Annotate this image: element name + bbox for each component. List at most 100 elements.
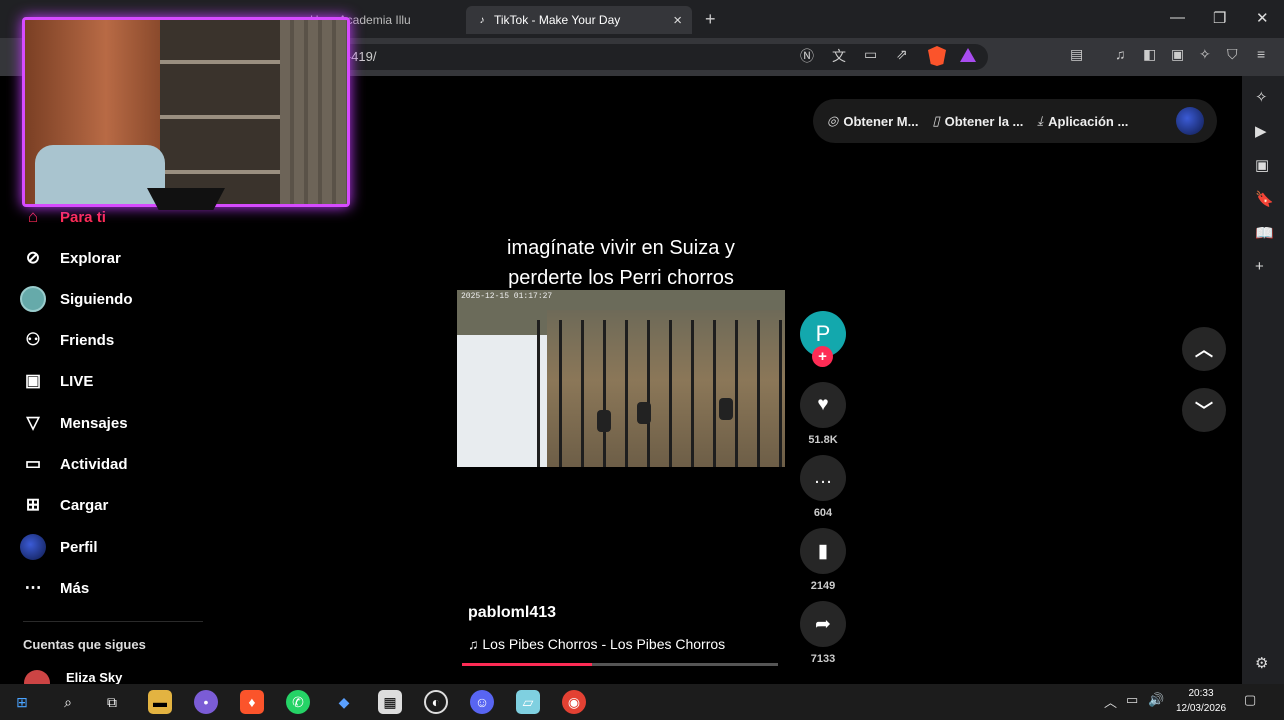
sidebar-item-label: Cargar	[60, 496, 109, 514]
file-explorer-icon[interactable]: ▬	[148, 690, 172, 714]
brave-browser-icon[interactable]: ♦	[240, 690, 264, 714]
close-window-icon[interactable]: ✕	[1256, 9, 1269, 27]
sidebar-item-perfil[interactable]: Perfil	[20, 534, 98, 560]
chrome-icon[interactable]: ◉	[562, 690, 586, 714]
save-count: 2149	[810, 580, 836, 592]
follow-button[interactable]: +	[812, 346, 833, 367]
following-header: Cuentas que sigues	[23, 637, 146, 652]
add-panel-icon[interactable]: +	[1255, 258, 1264, 275]
divider	[23, 621, 203, 622]
sidebar-item-explorar[interactable]: ⊘ Explorar	[20, 245, 121, 271]
get-app-button[interactable]: ▯ Obtener la ...	[932, 113, 1023, 129]
share-arrow-icon: ➦	[815, 613, 831, 635]
desktop-app-button[interactable]: ⤓ Aplicación ...	[1037, 113, 1128, 129]
previous-video-button[interactable]: ︿	[1182, 327, 1226, 371]
windows-start-icon[interactable]: ⊞	[10, 690, 34, 714]
playlist-panel-icon[interactable]: ▶	[1255, 122, 1267, 140]
get-coins-button[interactable]: ◎ Obtener M...	[827, 113, 918, 129]
whatsapp-icon[interactable]: ✆	[286, 690, 310, 714]
wallet-icon[interactable]: ▣	[1171, 46, 1184, 63]
app-icon[interactable]: ◆	[332, 690, 356, 714]
wallet-panel-icon[interactable]: ▣	[1255, 156, 1269, 174]
following-account-name[interactable]: Eliza Sky	[66, 670, 122, 685]
task-view-icon[interactable]: ⧉	[100, 690, 124, 714]
sidebar-item-label: Mensajes	[60, 414, 128, 432]
notes-icon[interactable]: ▱	[516, 690, 540, 714]
sidebar-item-label: Siguiendo	[60, 290, 133, 308]
sidebar-item-mas[interactable]: ⋯ Más	[20, 575, 90, 601]
minimize-icon[interactable]: —	[1170, 9, 1185, 26]
leo-panel-icon[interactable]: ✧	[1255, 88, 1268, 106]
chevron-up-icon: ︿	[1195, 340, 1213, 360]
sidebar-item-label: Friends	[60, 331, 115, 349]
video-player[interactable]: 2025-12-15 01:17:27	[457, 290, 785, 467]
sidebar-item-siguiendo[interactable]: Siguiendo	[20, 286, 133, 312]
heart-icon: ♥	[817, 394, 829, 415]
header-actions: ◎ Obtener M... ▯ Obtener la ... ⤓ Aplicació…	[813, 99, 1217, 143]
sidebar-item-label: Perfil	[60, 538, 98, 556]
compass-icon: ⊘	[25, 248, 41, 267]
home-icon: ⌂	[27, 207, 39, 226]
more-icon: ⋯	[24, 578, 42, 597]
sidebar-item-mensajes[interactable]: ▽ Mensajes	[20, 410, 128, 436]
brave-shields-icon[interactable]	[928, 46, 946, 66]
tiktok-icon: ♪	[479, 14, 485, 26]
share-count: 7133	[810, 653, 836, 665]
music-link[interactable]: ♫ Los Pibes Chorros - Los Pibes Chorros	[468, 636, 725, 652]
like-button[interactable]: ♥	[800, 382, 846, 428]
no-tracking-icon[interactable]: Ⓝ	[800, 46, 814, 66]
dog	[637, 402, 651, 424]
network-icon[interactable]: ▭	[1126, 692, 1138, 708]
leo-icon[interactable]: ✧	[1199, 46, 1211, 63]
translate-icon[interactable]: 文	[832, 46, 846, 66]
progress-fill	[462, 663, 592, 666]
tab-tiktok[interactable]: ♪ TikTok - Make Your Day ×	[466, 6, 692, 34]
video-progress-bar[interactable]	[462, 663, 778, 666]
share-icon[interactable]: ⇗	[896, 46, 908, 63]
maximize-icon[interactable]: ❐	[1213, 9, 1226, 27]
vpn-icon[interactable]: ⛉	[1227, 46, 1238, 63]
music-icon[interactable]: ♫	[1115, 46, 1126, 62]
share-button[interactable]: ➦	[800, 601, 846, 647]
video-author[interactable]: pabloml413	[468, 604, 556, 622]
video-caption: imagínate vivir en Suiza y perderte los …	[507, 237, 735, 289]
like-count: 51.8K	[808, 434, 838, 446]
next-video-button[interactable]: ﹀	[1182, 388, 1226, 432]
volume-icon[interactable]: 🔊	[1148, 692, 1164, 708]
discord-icon[interactable]: ☺	[470, 690, 494, 714]
chevron-up-icon[interactable]: ︿	[1104, 692, 1117, 711]
clock[interactable]: 20:33 12/03/2026	[1170, 686, 1232, 716]
calendar-icon[interactable]: ▦	[378, 690, 402, 714]
webcam-frame-tab	[147, 188, 225, 210]
sidebar-item-para-ti[interactable]: ⌂ Para ti	[20, 204, 106, 230]
save-button[interactable]: ▮	[800, 528, 846, 574]
new-tab-button[interactable]: +	[705, 9, 716, 30]
sidebar-item-label: LIVE	[60, 372, 94, 390]
taskbar	[0, 684, 1284, 720]
bookmarks-panel-icon[interactable]: 🔖	[1255, 190, 1274, 208]
sidebar-item-friends[interactable]: ⚇ Friends	[20, 327, 114, 353]
bookmark-icon: ▮	[817, 540, 829, 562]
sidebar-item-cargar[interactable]: ⊞ Cargar	[20, 492, 108, 518]
close-tab-icon[interactable]: ×	[673, 12, 682, 29]
download-icon: ⤓	[1037, 113, 1044, 128]
cast-icon[interactable]: ▭	[864, 46, 877, 63]
obs-icon[interactable]: ◐	[424, 690, 448, 714]
reading-list-icon[interactable]: 📖	[1255, 224, 1274, 242]
search-icon[interactable]: ⌕	[56, 690, 80, 714]
comment-button[interactable]: …	[800, 455, 846, 501]
user-avatar[interactable]	[1176, 107, 1204, 135]
reader-icon[interactable]: ▤	[1070, 46, 1083, 63]
profile-icon	[20, 534, 46, 560]
send-icon: ▽	[26, 413, 40, 432]
sidebar-item-live[interactable]: ▣ LIVE	[20, 368, 93, 394]
notifications-icon[interactable]: ▢	[1244, 692, 1256, 708]
sidebar-toggle-icon[interactable]: ◧	[1143, 46, 1156, 63]
menu-icon[interactable]: ≡	[1257, 46, 1265, 62]
sidebar-item-actividad[interactable]: ▭ Actividad	[20, 451, 128, 477]
settings-gear-icon[interactable]: ⚙	[1255, 654, 1268, 672]
tab-label: TikTok - Make Your Day	[494, 13, 621, 27]
chat-app-icon[interactable]: •	[194, 690, 218, 714]
brave-rewards-icon[interactable]	[960, 48, 976, 62]
sidebar-item-label: Para ti	[60, 208, 106, 226]
